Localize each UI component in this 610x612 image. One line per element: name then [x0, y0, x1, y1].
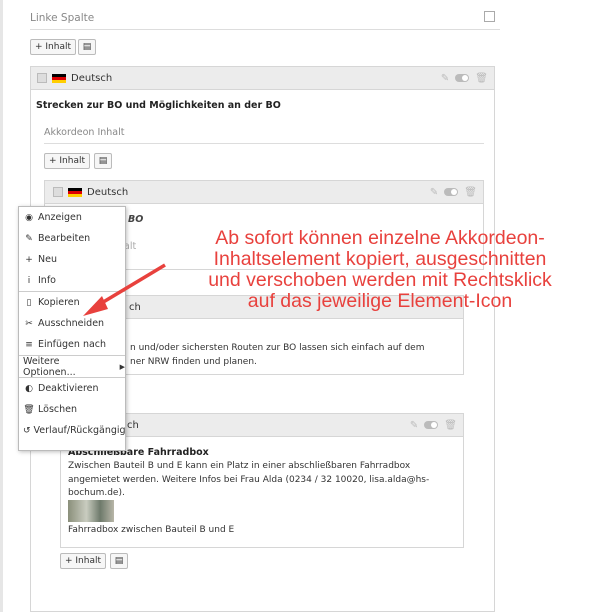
annotation-arrow	[83, 263, 166, 316]
